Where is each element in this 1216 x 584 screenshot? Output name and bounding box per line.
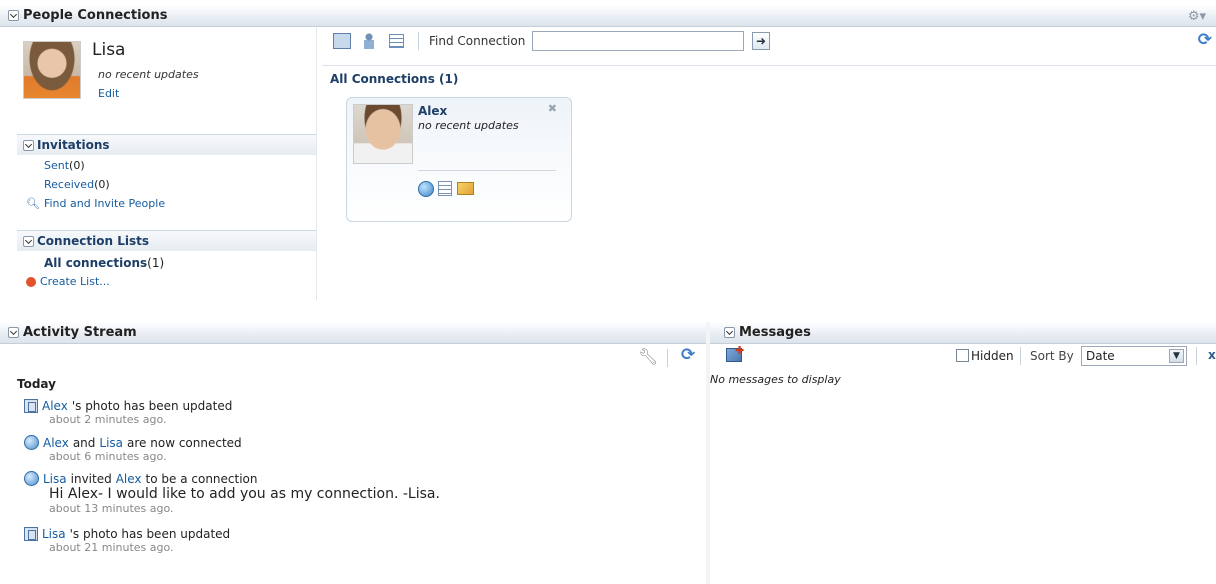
profile-avatar: [23, 41, 81, 99]
card-view-icon[interactable]: [333, 33, 351, 49]
card-divider: [418, 170, 556, 171]
collapse-chevron-icon[interactable]: [8, 10, 19, 21]
remove-icon[interactable]: ✖: [548, 102, 557, 115]
photo-icon: [24, 399, 38, 413]
activity-item: Alex 's photo has been updated about 2 m…: [24, 399, 232, 426]
collapse-chevron-icon[interactable]: [724, 327, 735, 338]
wrench-icon[interactable]: 🔧︎: [638, 347, 658, 366]
invitation-message: Hi Alex- I would like to add you as my c…: [49, 486, 440, 502]
refresh-icon[interactable]: ⟳: [681, 345, 695, 365]
edit-profile-link[interactable]: Edit: [98, 87, 119, 100]
toolbar-separator: [418, 32, 419, 50]
activity-item: Alex and Lisa are now connected about 6 …: [24, 435, 242, 463]
message-icon[interactable]: [457, 182, 474, 195]
invitations-title[interactable]: Invitations: [17, 135, 316, 155]
day-heading: Today: [17, 377, 56, 391]
find-invite-link[interactable]: 🔍︎ Find and Invite People: [26, 197, 165, 210]
connection-icon: [24, 471, 39, 486]
connection-icon: [24, 435, 39, 450]
gear-menu-icon[interactable]: ⚙▾: [1188, 9, 1206, 24]
all-connections-row[interactable]: All connections(1): [44, 256, 164, 270]
profile-status: no recent updates: [98, 68, 199, 81]
collapse-chevron-icon[interactable]: [8, 327, 19, 338]
empty-messages-text: No messages to display: [710, 373, 841, 386]
received-row[interactable]: Received(0): [44, 178, 110, 191]
close-icon[interactable]: x: [1208, 348, 1216, 362]
activity-item: Lisa invited Alex to be a connection Hi …: [24, 471, 440, 515]
panel-title: People Connections: [23, 8, 168, 23]
messages-header: Messages: [710, 322, 1216, 344]
profile-icon[interactable]: [438, 181, 452, 196]
panel-splitter[interactable]: [706, 322, 710, 584]
sort-by-label: Sort By: [1030, 349, 1074, 363]
chevron-down-icon[interactable]: ▼: [1169, 349, 1184, 363]
list-view-icon[interactable]: [389, 34, 404, 48]
connection-name[interactable]: Alex: [418, 104, 447, 118]
sort-select-value: Date: [1086, 349, 1115, 363]
toolbar-separator: [1196, 347, 1197, 365]
new-message-plus-icon: ✚: [735, 344, 745, 357]
go-arrow-button[interactable]: ➜: [752, 32, 770, 50]
people-toolbar: Find Connection ➜ ⟳: [322, 28, 1216, 66]
find-connection-input[interactable]: [532, 31, 744, 51]
connection-avatar[interactable]: [353, 104, 413, 164]
hidden-checkbox[interactable]: [956, 349, 969, 362]
panel-title: Messages: [739, 325, 811, 340]
panel-title: Activity Stream: [23, 325, 137, 340]
connection-card[interactable]: Alex no recent updates ✖: [346, 97, 572, 222]
toolbar-separator: [667, 349, 668, 367]
sent-row[interactable]: Sent(0): [44, 159, 85, 172]
collapse-chevron-icon[interactable]: [23, 235, 34, 247]
all-connections-heading: All Connections (1): [330, 72, 459, 86]
connection-lists-title[interactable]: Connection Lists: [17, 231, 316, 251]
create-list-link[interactable]: Create List...: [26, 275, 110, 288]
hidden-label: Hidden: [971, 349, 1014, 363]
refresh-icon[interactable]: ⟳: [1198, 30, 1212, 50]
panel-divider: [316, 28, 317, 300]
activity-item: Lisa 's photo has been updated about 21 …: [24, 527, 230, 554]
activity-stream-header: Activity Stream: [0, 322, 706, 344]
connection-lists-section: Connection Lists All connections(1) Crea…: [17, 230, 316, 300]
profile-name: Lisa: [92, 40, 126, 60]
find-connection-label: Find Connection: [429, 34, 526, 48]
photo-icon: [24, 527, 38, 541]
sort-select[interactable]: Date ▼: [1081, 346, 1187, 366]
toolbar-separator: [1020, 347, 1021, 365]
connect-icon[interactable]: [418, 181, 434, 197]
add-icon: [26, 276, 36, 287]
people-connections-header: People Connections ⚙▾: [0, 5, 1216, 27]
collapse-chevron-icon[interactable]: [23, 139, 34, 151]
invitations-section: Invitations Sent(0) Received(0) 🔍︎ Find …: [17, 134, 316, 219]
search-icon: 🔍︎: [26, 197, 40, 210]
person-view-icon[interactable]: [364, 33, 374, 49]
connection-status: no recent updates: [418, 119, 519, 132]
